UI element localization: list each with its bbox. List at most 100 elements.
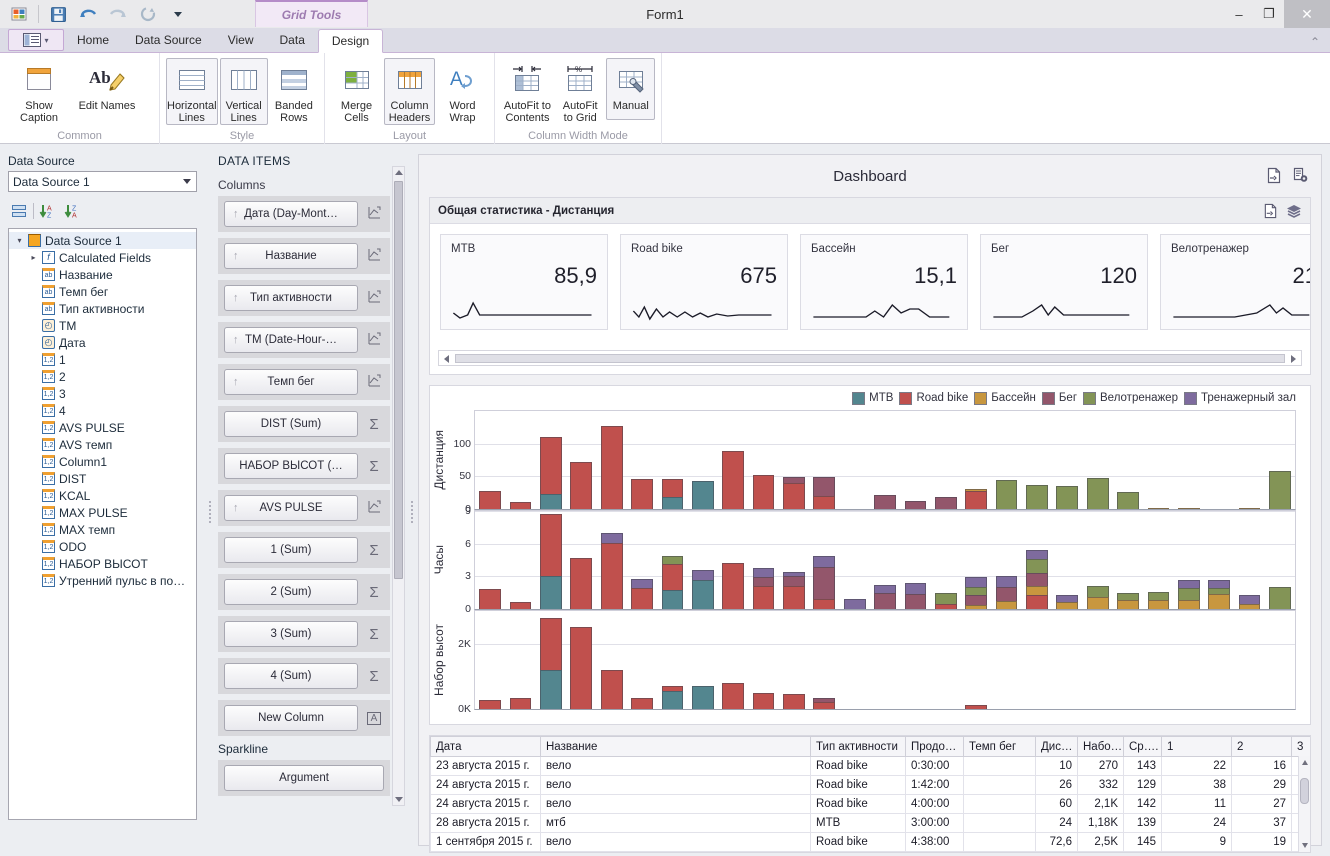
bar-column[interactable] bbox=[688, 511, 718, 609]
scroll-up-icon[interactable] bbox=[395, 170, 403, 175]
bar-segment[interactable] bbox=[874, 585, 896, 594]
bar-column[interactable] bbox=[840, 511, 870, 609]
sigma-icon[interactable]: Σ bbox=[364, 584, 384, 601]
bar-segment[interactable] bbox=[1086, 477, 1109, 509]
bar-column[interactable] bbox=[1234, 611, 1264, 709]
bar-segment[interactable] bbox=[904, 583, 927, 594]
text-box-icon[interactable]: A bbox=[364, 712, 384, 725]
legend-item[interactable]: Road bike bbox=[899, 391, 968, 405]
bar-segment[interactable] bbox=[904, 501, 927, 509]
data-item-row[interactable]: ↑ Тип активности bbox=[218, 280, 390, 316]
tab-design[interactable]: Design bbox=[317, 29, 384, 53]
bar-segment[interactable] bbox=[1026, 485, 1048, 509]
bar-column[interactable] bbox=[657, 511, 687, 609]
kpi-item[interactable]: MTB 85,9 bbox=[440, 234, 608, 330]
data-item-button[interactable]: DIST (Sum) bbox=[224, 411, 358, 437]
bar-segment[interactable] bbox=[1208, 594, 1231, 609]
tab-home[interactable]: Home bbox=[64, 28, 122, 52]
bar-column[interactable] bbox=[1234, 411, 1264, 509]
redo-icon[interactable] bbox=[105, 2, 131, 26]
data-items-scrollbar[interactable] bbox=[392, 166, 405, 806]
bar-column[interactable] bbox=[627, 611, 657, 709]
bar-segment[interactable] bbox=[631, 588, 653, 609]
bar-segment[interactable] bbox=[1269, 587, 1291, 609]
bar-segment[interactable] bbox=[783, 576, 805, 587]
bar-segment[interactable] bbox=[691, 686, 714, 709]
kpi-horizontal-scrollbar[interactable] bbox=[438, 350, 1302, 366]
export-icon[interactable] bbox=[1263, 203, 1278, 222]
dimension-icon[interactable] bbox=[364, 247, 384, 266]
data-item-button[interactable]: 3 (Sum) bbox=[224, 621, 358, 647]
data-item-row[interactable]: New Column A bbox=[218, 700, 390, 736]
tree-node[interactable]: ▾ Data Source 1 bbox=[9, 232, 196, 249]
kpi-item[interactable]: Road bike 675 bbox=[620, 234, 788, 330]
bar-column[interactable] bbox=[1174, 511, 1204, 609]
bar-column[interactable] bbox=[870, 411, 900, 509]
bar-segment[interactable] bbox=[661, 497, 684, 509]
bar-segment[interactable] bbox=[661, 589, 684, 609]
data-grid-vertical-scrollbar[interactable] bbox=[1298, 756, 1310, 852]
bar-segment[interactable] bbox=[934, 603, 957, 609]
bar-segment[interactable] bbox=[600, 670, 623, 709]
bar-segment[interactable] bbox=[540, 576, 562, 609]
bar-segment[interactable] bbox=[631, 478, 653, 509]
column-header[interactable]: 3 bbox=[1291, 736, 1310, 757]
bar-segment[interactable] bbox=[874, 593, 896, 609]
bar-segment[interactable] bbox=[1056, 602, 1079, 609]
column-header[interactable]: Название bbox=[540, 736, 811, 757]
bar-column[interactable] bbox=[1052, 611, 1082, 709]
bar-column[interactable] bbox=[597, 411, 627, 509]
table-row[interactable]: 28 августа 2015 г. мтб MTB 3:00:00 24 1,18K 13… bbox=[430, 813, 1310, 833]
table-row[interactable]: 1 сентября 2015 г. вело Road bike 4:38:00 72… bbox=[430, 832, 1310, 852]
bar-segment[interactable] bbox=[479, 588, 502, 609]
bar-column[interactable] bbox=[597, 611, 627, 709]
bar-column[interactable] bbox=[1204, 511, 1234, 609]
bar-segment[interactable] bbox=[995, 575, 1018, 587]
data-item-button[interactable]: ↑ TM (Date-Hour-… bbox=[224, 327, 358, 353]
bar-column[interactable] bbox=[1265, 411, 1295, 509]
bar-segment[interactable] bbox=[1238, 603, 1261, 609]
bar-column[interactable] bbox=[748, 611, 778, 709]
bar-column[interactable] bbox=[505, 411, 535, 509]
data-items-scroll-thumb[interactable] bbox=[394, 181, 403, 579]
bar-column[interactable] bbox=[718, 411, 748, 509]
bar-segment[interactable] bbox=[479, 700, 502, 709]
horizontal-lines-button[interactable]: Horizontal Lines bbox=[166, 58, 218, 125]
tree-node[interactable]: 1,2 Утренний пульс в по… bbox=[9, 572, 196, 589]
sort-ascending-icon[interactable]: ↑ bbox=[233, 208, 239, 220]
data-item-button[interactable]: ↑ Темп бег bbox=[224, 369, 358, 395]
bar-segment[interactable] bbox=[1177, 579, 1200, 588]
data-item-row[interactable]: ↑ Темп бег bbox=[218, 364, 390, 400]
tree-node[interactable]: ◴ Дата bbox=[9, 334, 196, 351]
bar-column[interactable] bbox=[779, 411, 809, 509]
data-item-button[interactable]: 2 (Sum) bbox=[224, 579, 358, 605]
column-header[interactable]: Дата bbox=[430, 736, 541, 757]
bar-segment[interactable] bbox=[1026, 558, 1048, 574]
bar-column[interactable] bbox=[566, 611, 596, 709]
vertical-lines-button[interactable]: Vertical Lines bbox=[219, 58, 268, 125]
refresh-icon[interactable] bbox=[135, 2, 161, 26]
bar-column[interactable] bbox=[688, 411, 718, 509]
chart-plot-area[interactable] bbox=[474, 510, 1296, 610]
column-header[interactable]: Дис… bbox=[1035, 736, 1078, 757]
data-item-row[interactable]: Argument bbox=[218, 760, 390, 796]
bar-segment[interactable] bbox=[691, 570, 714, 581]
bar-column[interactable] bbox=[748, 411, 778, 509]
bar-segment[interactable] bbox=[995, 586, 1018, 601]
data-item-row[interactable]: ↑ Дата (Day-Mont… bbox=[218, 196, 390, 232]
bar-segment[interactable] bbox=[540, 617, 562, 671]
dimension-icon[interactable] bbox=[364, 499, 384, 518]
bar-segment[interactable] bbox=[752, 693, 775, 709]
legend-item[interactable]: MTB bbox=[852, 391, 893, 405]
word-wrap-button[interactable]: A Word Wrap bbox=[437, 58, 488, 125]
column-header[interactable]: Тип активности bbox=[810, 736, 906, 757]
bar-column[interactable] bbox=[1083, 511, 1113, 609]
kpi-scroll-thumb[interactable] bbox=[455, 354, 1285, 363]
bar-column[interactable] bbox=[900, 511, 930, 609]
dimension-icon[interactable] bbox=[364, 289, 384, 308]
tree-node[interactable]: 1,2 4 bbox=[9, 402, 196, 419]
bar-column[interactable] bbox=[870, 511, 900, 609]
scroll-left-icon[interactable] bbox=[444, 355, 449, 363]
scroll-down-icon[interactable] bbox=[1302, 843, 1308, 848]
close-button[interactable]: ✕ bbox=[1284, 0, 1330, 28]
